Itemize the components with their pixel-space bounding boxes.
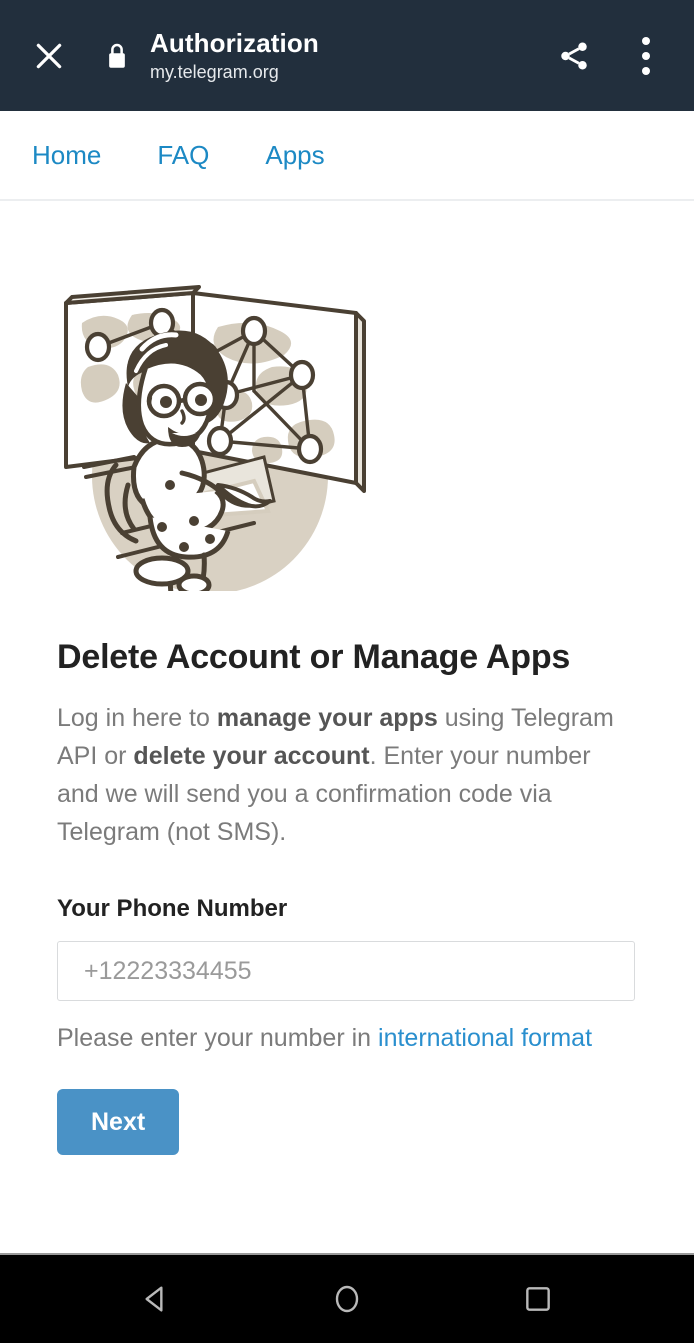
share-icon — [561, 42, 587, 69]
android-recents-button[interactable] — [503, 1269, 573, 1329]
page-url: my.telegram.org — [150, 61, 279, 82]
app-bar: Authorization my.telegram.org — [0, 0, 694, 111]
intro-bold-manage-apps: manage your apps — [216, 704, 438, 732]
site-nav: Home FAQ Apps — [0, 111, 694, 201]
triangle-back-icon — [145, 1286, 163, 1312]
intro-bold-delete-account: delete your account — [133, 742, 370, 770]
android-home-button[interactable] — [312, 1269, 382, 1329]
illustration-container — [0, 201, 694, 609]
overflow-menu-button[interactable] — [620, 30, 672, 82]
nav-link-home[interactable]: Home — [18, 134, 115, 177]
close-icon — [36, 43, 62, 68]
international-format-link[interactable]: international format — [378, 1024, 592, 1052]
android-navigation-bar — [0, 1253, 694, 1343]
page-content: Delete Account or Manage Apps Log in her… — [0, 201, 694, 1253]
browser-custom-tab-screen: Authorization my.telegram.org Home FAQ A… — [0, 0, 694, 1343]
secure-connection-indicator — [100, 33, 134, 79]
phone-help-text: Please enter your number in internationa… — [57, 1019, 638, 1057]
nav-link-faq[interactable]: FAQ — [143, 134, 223, 177]
phone-number-input[interactable] — [57, 941, 635, 1001]
section-heading: Delete Account or Manage Apps — [57, 638, 571, 676]
square-recents-icon — [526, 1287, 551, 1311]
phone-field-label: Your Phone Number — [57, 895, 288, 922]
close-button[interactable] — [26, 33, 72, 79]
intro-paragraph: Log in here to manage your apps using Te… — [57, 699, 638, 851]
nav-link-apps[interactable]: Apps — [251, 134, 338, 177]
page-title: Authorization — [150, 27, 319, 58]
more-vertical-icon — [642, 36, 650, 75]
next-button[interactable]: Next — [57, 1089, 180, 1155]
app-bar-titles: Authorization my.telegram.org — [150, 28, 548, 84]
share-button[interactable] — [548, 30, 600, 82]
android-back-button[interactable] — [121, 1269, 191, 1329]
intro-part-1: Log in here to — [57, 704, 217, 732]
circle-home-icon — [335, 1285, 359, 1313]
help-text-prefix: Please enter your number in — [57, 1024, 379, 1052]
text-column: Delete Account or Manage Apps Log in her… — [0, 637, 694, 1155]
telegram-datacenter-illustration — [64, 285, 366, 591]
lock-icon — [109, 43, 125, 68]
